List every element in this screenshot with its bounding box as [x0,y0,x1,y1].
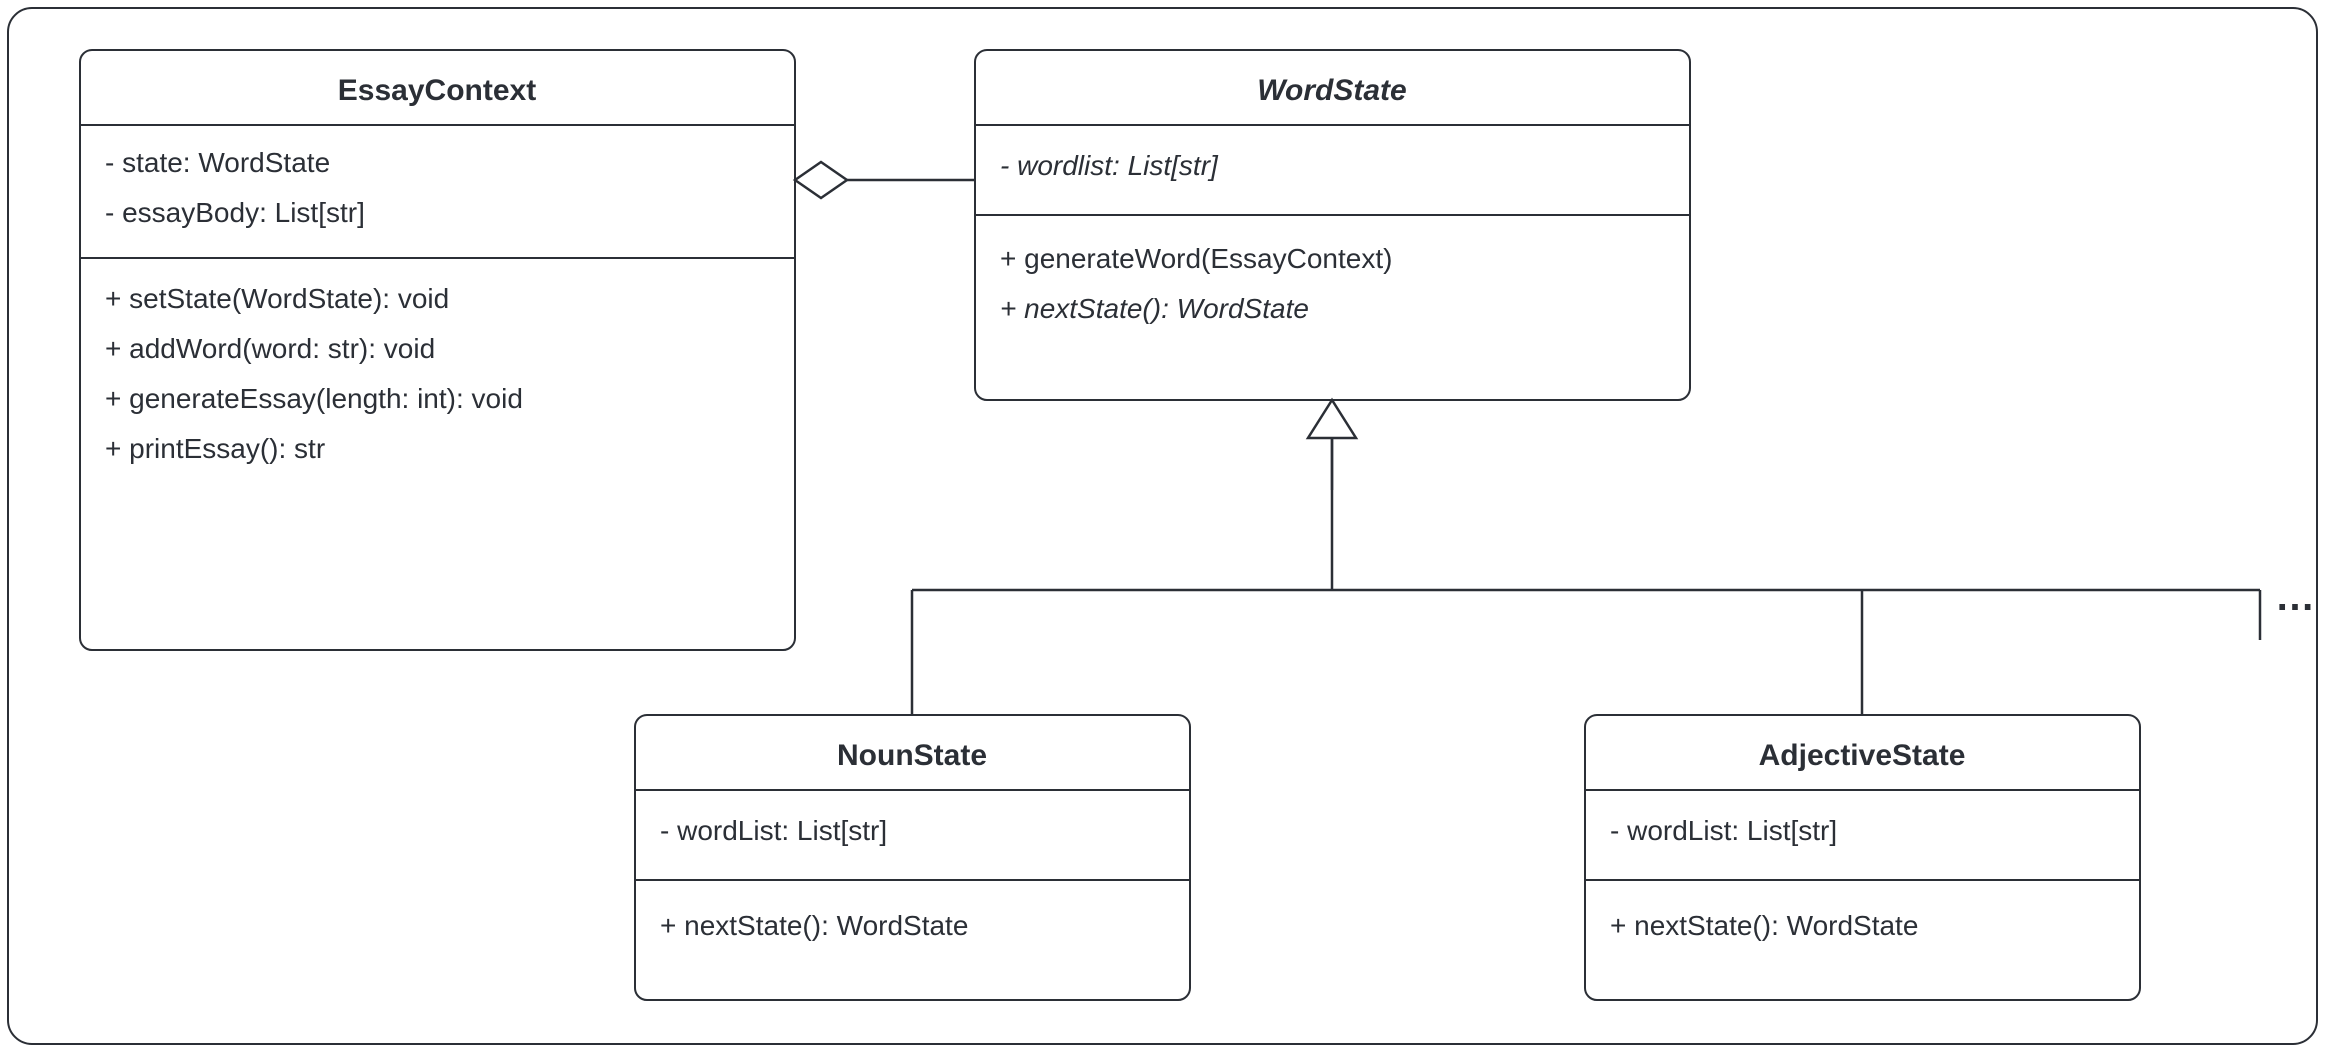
relationship-aggregation [795,162,975,198]
class-adjectivestate: AdjectiveState - wordList: List[str] + n… [1585,715,2140,1000]
class-essaycontext: EssayContext - state: WordState - essayB… [80,50,795,650]
attr: - wordlist: List[str] [1000,150,1219,181]
attr: - wordList: List[str] [660,815,887,846]
aggregation-diamond-icon [795,162,847,198]
relationship-generalization [912,400,2260,715]
op: + nextState(): WordState [1000,293,1309,324]
generalization-arrow-icon [1308,400,1356,438]
class-nounstate: NounState - wordList: List[str] + nextSt… [635,715,1190,1000]
class-title-nounstate: NounState [837,739,987,772]
op: + generateEssay(length: int): void [105,383,523,414]
class-title-wordstate: WordState [1257,74,1406,107]
class-title-adjectivestate: AdjectiveState [1759,739,1966,772]
ellipsis-icon: … [2275,575,2315,619]
op: + addWord(word: str): void [105,333,435,364]
op: + generateWord(EssayContext) [1000,243,1392,274]
class-wordstate: WordState - wordlist: List[str] + genera… [975,50,1690,400]
op: + printEssay(): str [105,433,325,464]
op: + nextState(): WordState [660,910,968,941]
attr: - wordList: List[str] [1610,815,1837,846]
attr: - essayBody: List[str] [105,197,365,228]
attr: - state: WordState [105,147,330,178]
op: + setState(WordState): void [105,283,449,314]
op: + nextState(): WordState [1610,910,1918,941]
uml-class-diagram: EssayContext - state: WordState - essayB… [0,0,2325,1052]
class-title-essaycontext: EssayContext [338,74,536,107]
